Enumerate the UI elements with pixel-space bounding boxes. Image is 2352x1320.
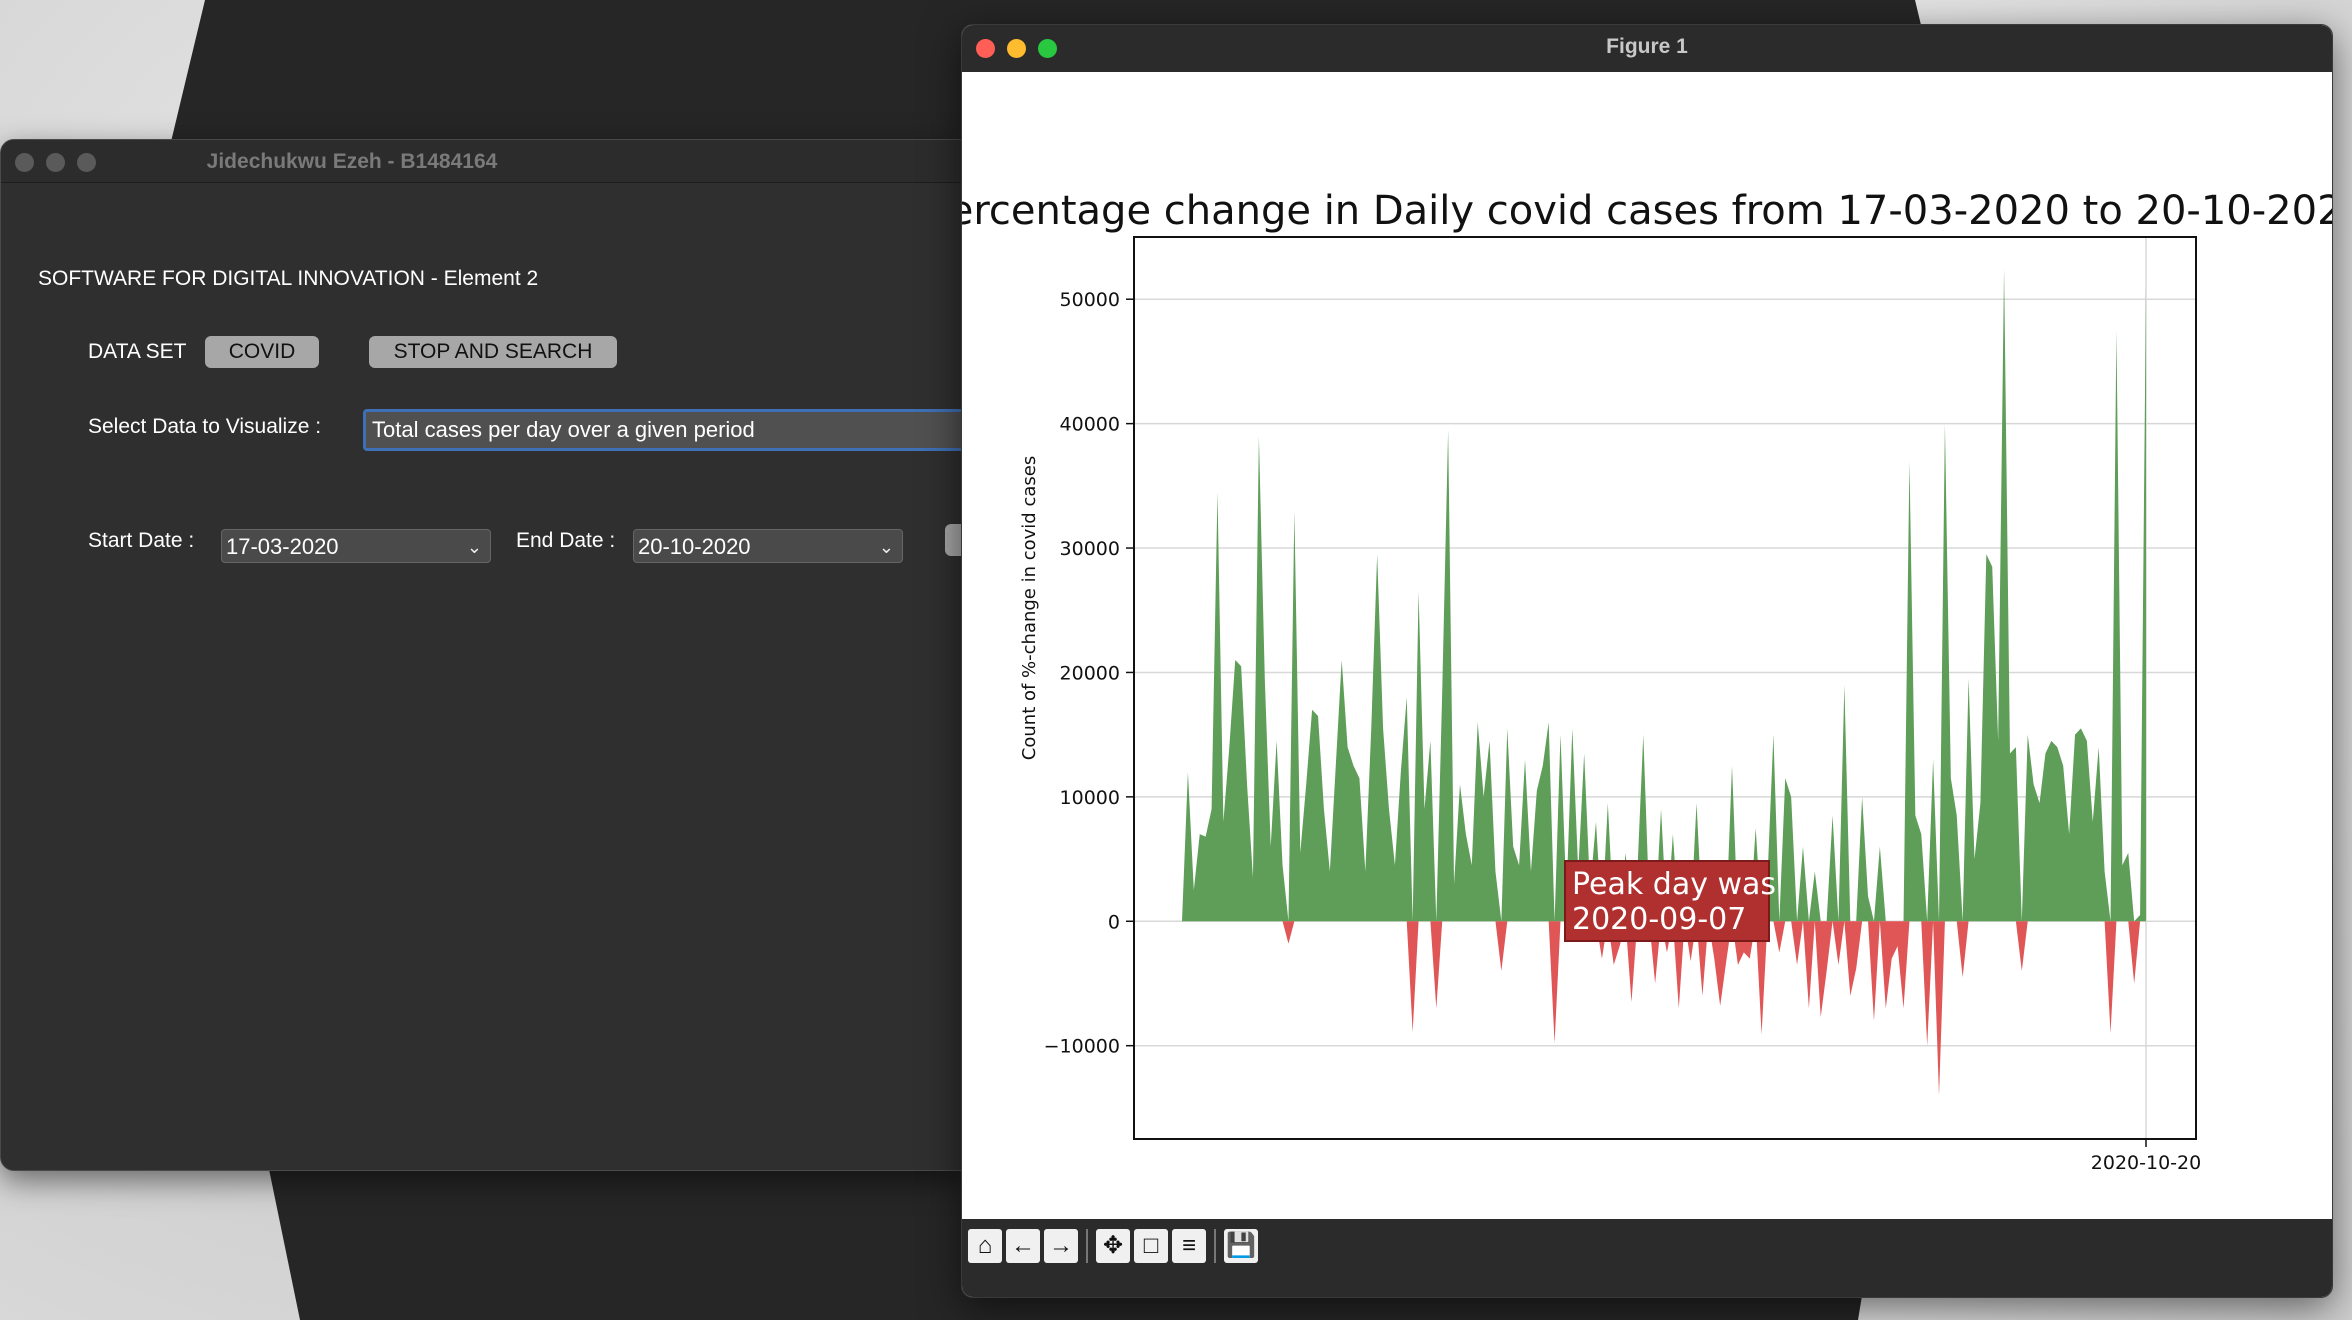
app-titlebar[interactable]: Jidechukwu Ezeh - B1484164 [1,140,963,183]
pan-icon[interactable]: ✥ [1096,1229,1130,1263]
y-tick-label: −10000 [1044,1036,1120,1058]
home-icon[interactable]: ⌂ [968,1229,1002,1263]
peak-annotation: Peak day was 2020-09-07 [1564,860,1776,942]
y-axis-ticks: −10000 0 10000 20000 30000 40000 50000 [1044,289,1134,1058]
configure-icon[interactable]: ≡ [1172,1229,1206,1263]
positive-change-area [1182,268,2146,922]
stop-and-search-button[interactable]: STOP AND SEARCH [369,336,617,368]
figure-titlebar[interactable]: Figure 1 [962,25,2332,72]
figure-toolbar: ⌂ ← → ✥ □ ≡ 💾 [962,1219,2332,1297]
annotation-line1: Peak day was [1572,867,1776,902]
zoom-icon[interactable]: □ [1134,1229,1168,1263]
back-icon[interactable]: ← [1006,1229,1040,1263]
x-axis-ticks: 2020-10-20 [2091,1139,2201,1174]
y-tick-label: 40000 [1060,414,1120,436]
chart-canvas[interactable]: Percentage change in Daily covid cases f… [962,72,2332,1265]
annotation-line2: 2020-09-07 [1572,902,1746,937]
save-icon[interactable]: 💾 [1224,1229,1258,1263]
app-heading: SOFTWARE FOR DIGITAL INNOVATION - Elemen… [38,267,539,290]
end-date-label: End Date : [516,529,616,552]
dataset-label: DATA SET [88,340,187,363]
data-select-listbox[interactable]: Total cases per day over a given period [363,409,963,451]
covid-button[interactable]: COVID [205,336,319,368]
start-date-value: 17-03-2020 [226,534,339,559]
y-tick-label: 0 [1108,911,1120,933]
start-date-combobox[interactable]: 17-03-2020 ⌄ [221,529,491,563]
chart-title: Percentage change in Daily covid cases f… [962,188,2332,234]
app-window: Jidechukwu Ezeh - B1484164 SOFTWARE FOR … [0,139,964,1171]
y-axis-label: Count of %-change in covid cases [1019,456,1040,760]
figure-window: Figure 1 Percentage change in Daily covi… [961,24,2333,1298]
select-data-label: Select Data to Visualize : [88,415,322,438]
y-tick-label: 50000 [1060,289,1120,311]
end-date-value: 20-10-2020 [638,534,751,559]
start-date-label: Start Date : [88,529,195,552]
app-title: Jidechukwu Ezeh - B1484164 [206,150,498,173]
figure-title: Figure 1 [1606,35,1688,58]
chevron-down-icon[interactable]: ⌄ [879,530,894,564]
y-tick-label: 20000 [1060,662,1120,684]
toolbar-separator [1086,1229,1088,1263]
forward-icon[interactable]: → [1044,1229,1078,1263]
end-date-combobox[interactable]: 20-10-2020 ⌄ [633,529,903,563]
y-tick-label: 10000 [1060,787,1120,809]
chart-areas [1182,268,2146,1096]
y-tick-label: 30000 [1060,538,1120,560]
x-tick-label: 2020-10-20 [2091,1152,2201,1174]
negative-change-area [1182,921,2146,1096]
toolbar-separator [1214,1229,1216,1263]
chevron-down-icon[interactable]: ⌄ [467,530,482,564]
chart-svg: Percentage change in Daily covid cases f… [962,188,2332,1174]
